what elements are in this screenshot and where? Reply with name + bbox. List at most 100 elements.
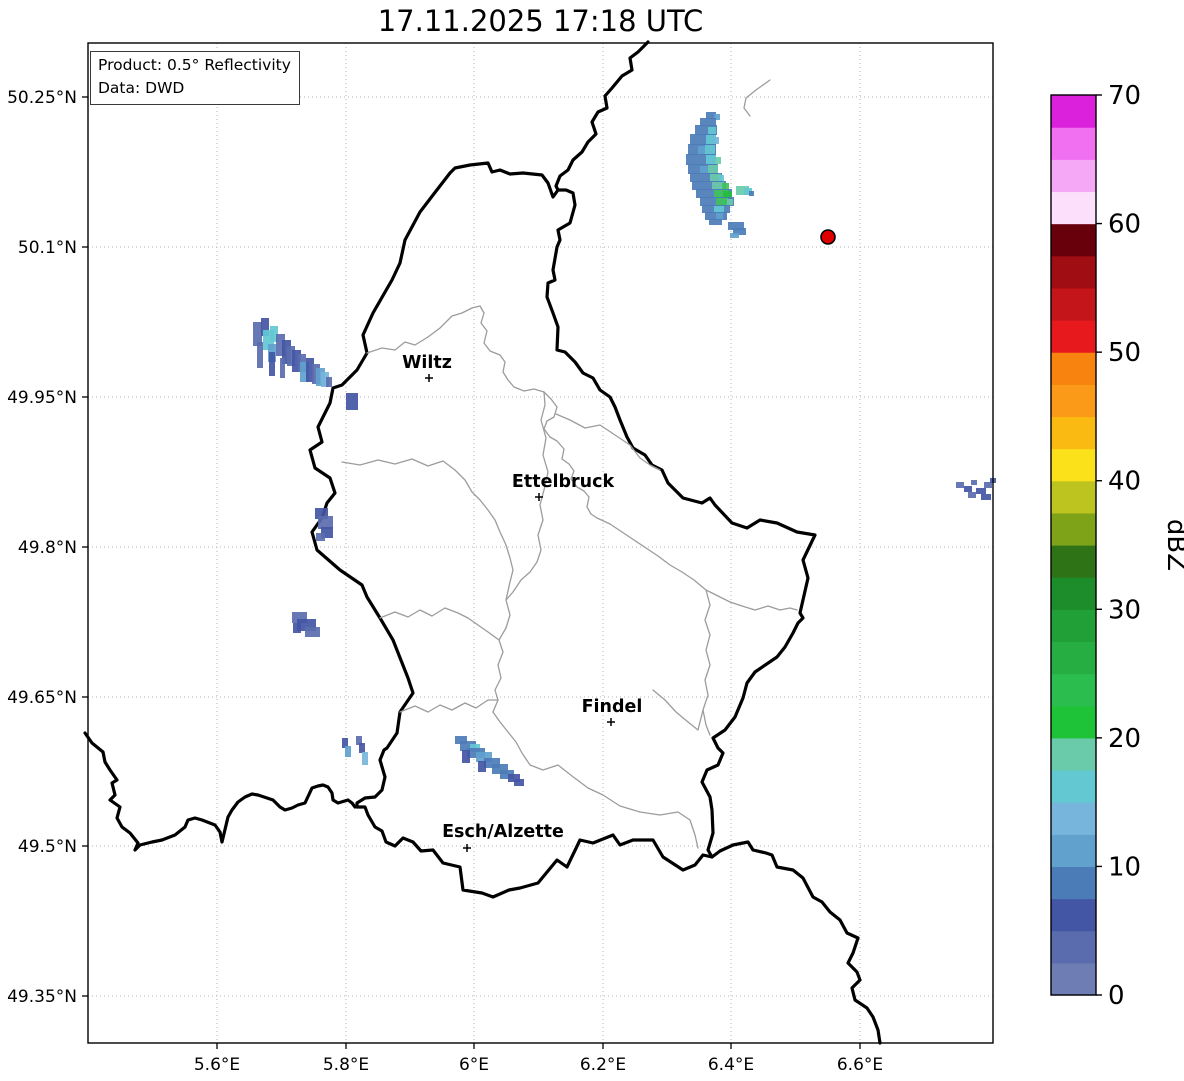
colorbar-segment [1051,545,1096,578]
echo-cell [316,533,325,541]
echo-cell [730,233,739,238]
echo-cell [700,118,716,126]
city-name-label: Ettelbruck [512,472,615,492]
echo-cell [269,352,275,376]
colorbar-tick-label: 10 [1108,852,1141,882]
echo-cell [280,358,285,378]
echo-cell [359,743,365,753]
echo-cell [956,482,964,488]
plot-background [88,43,993,1043]
echo-cell [714,206,724,213]
echo-cell [345,746,351,757]
echo-cell [462,750,470,763]
colorbar-segment [1051,834,1096,867]
echo-cell [706,155,716,164]
colorbar-tick-label: 20 [1108,724,1141,754]
y-tick-label: 49.5°N [18,837,77,857]
echo-cell [514,779,524,786]
colorbar-segment [1051,224,1096,257]
colorbar-segment [1051,931,1096,964]
echo-cell [362,752,368,765]
echo-cell [326,377,332,387]
echo-cell [727,199,733,205]
colorbar-segment [1051,706,1096,739]
colorbar: 70 60 50 40 30 20 10 0 [1051,81,1141,1011]
echo-cell [705,145,715,154]
y-tick-label: 49.65°N [7,688,77,708]
colorbar-segment [1051,577,1096,610]
y-tick-label: 49.8°N [18,538,77,558]
colorbar-segment [1051,416,1096,449]
colorbar-segment [1051,513,1096,546]
echo-cell [714,137,719,144]
echo-cell [968,492,976,498]
y-tick-label: 50.1°N [18,238,77,258]
echo-cell [722,183,729,190]
echo-cell [293,623,301,633]
echo-cell [715,157,721,164]
colorbar-segment [1051,127,1096,160]
product-info-line: Product: 0.5° Reflectivity [98,54,291,77]
colorbar-segment [1051,95,1096,128]
y-tick-label: 49.35°N [7,987,77,1007]
colorbar-segment [1051,963,1096,996]
colorbar-tick-label: 60 [1108,210,1141,240]
x-tick-label: 6°E [459,1055,489,1075]
colorbar-segment [1051,159,1096,192]
echo-cell [305,627,320,637]
echo-cell [709,219,722,225]
colorbar-segment [1051,802,1096,835]
radar-site-dot [821,230,835,244]
y-tick-label: 50.25°N [7,88,77,108]
colorbar-tick-label: 30 [1108,595,1141,625]
colorbar-segment [1051,449,1096,482]
radar-site-marker [821,230,835,244]
echo-cell [749,191,754,196]
data-source-line: Data: DWD [98,77,291,100]
echo-cell [478,761,486,772]
x-tick-label: 6.6°E [837,1055,883,1075]
echo-cell [700,166,708,173]
colorbar-segment [1051,191,1096,224]
x-tick-label: 5.8°E [323,1055,369,1075]
colorbar-segment [1051,770,1096,803]
echo-cell [257,342,263,368]
colorbar-segment [1051,866,1096,899]
colorbar-segment [1051,320,1096,353]
echo-cell [971,480,977,485]
colorbar-tick-label: 40 [1108,467,1141,497]
echo-cell [698,146,705,154]
colorbar-segment [1051,899,1096,932]
x-tick-label: 6.2°E [580,1055,626,1075]
echo-cell [716,213,723,219]
y-tick-label: 49.95°N [7,388,77,408]
colorbar-segment [1051,609,1096,642]
city-name-label: Wiltz [402,353,452,373]
echo-cell [346,393,358,410]
colorbar-segment [1051,674,1096,707]
colorbar-segment [1051,384,1096,417]
colorbar-tick-label: 0 [1108,981,1125,1011]
x-tick-label: 5.6°E [194,1055,240,1075]
echo-cell [964,486,972,492]
radar-map-plot: Wiltz Ettelbruck Findel Esch/Alzette 5.6°E 5… [0,0,1184,1081]
colorbar-segment [1051,641,1096,674]
echo-cell [976,488,986,494]
colorbar-tick-label: 50 [1108,338,1141,368]
colorbar-segment [1051,481,1096,514]
colorbar-unit-label: dBZ [1161,519,1184,571]
product-info-box: Product: 0.5° Reflectivity Data: DWD [90,51,300,105]
city-name-label: Findel [582,697,643,717]
echo-cell [719,175,724,181]
echo-cell [716,198,728,206]
colorbar-segment [1051,256,1096,289]
echo-cell [708,165,718,173]
echo-cell [708,127,716,135]
colorbar-tick-label: 70 [1108,81,1141,111]
radar-figure: 17.11.2025 17:18 UTC [0,0,1184,1081]
colorbar-segment [1051,738,1096,771]
x-tick-label: 6.4°E [708,1055,754,1075]
colorbar-segment [1051,352,1096,385]
city-name-label: Esch/Alzette [442,822,564,842]
echo-cell [981,494,991,500]
